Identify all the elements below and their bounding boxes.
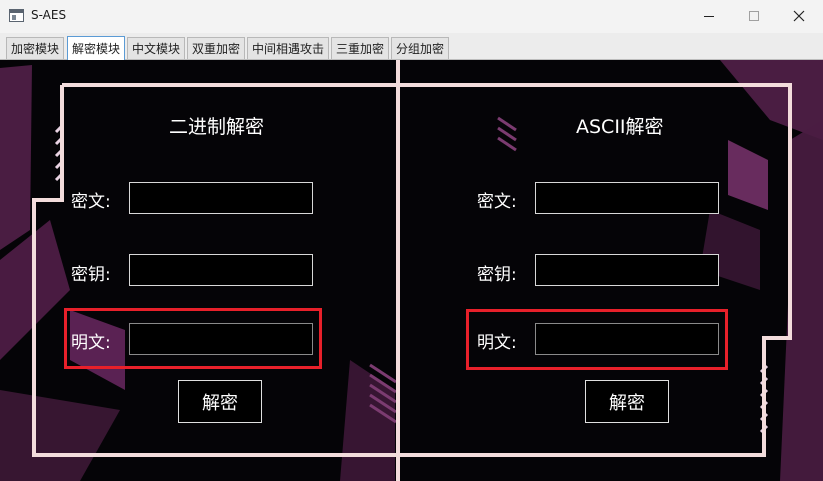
app-window-icon	[9, 9, 24, 22]
right-edge-shard-decoration	[780, 120, 823, 481]
ascii-ciphertext-label: 密文:	[477, 192, 517, 212]
binary-decrypt-button[interactable]: 解密	[178, 380, 262, 423]
maximize-icon[interactable]	[731, 0, 777, 32]
tab-decrypt-module[interactable]: 解密模块	[67, 36, 125, 60]
left-bottom-shard-decoration	[0, 390, 120, 481]
right-diamond-decoration	[728, 140, 768, 210]
binary-plaintext-output	[129, 323, 313, 355]
binary-ciphertext-input[interactable]	[129, 182, 313, 214]
binary-decrypt-title: 二进制解密	[169, 116, 265, 138]
ascii-plaintext-label: 明文:	[477, 333, 517, 353]
tab-encrypt-module[interactable]: 加密模块	[6, 37, 64, 59]
left-shard-decoration	[0, 65, 32, 250]
tab-block-encrypt[interactable]: 分组加密	[391, 37, 449, 59]
window-title: S-AES	[31, 8, 67, 22]
center-shard-decoration	[340, 360, 395, 481]
ascii-decrypt-title: ASCII解密	[576, 116, 664, 138]
top-center-stripes-decoration	[497, 116, 517, 152]
minimize-icon[interactable]	[686, 0, 732, 32]
tab-bar: 加密模块 解密模块 中文模块 双重加密 中间相遇攻击 三重加密 分组加密	[0, 33, 823, 60]
ascii-key-label: 密钥:	[477, 265, 517, 285]
binary-key-input[interactable]	[129, 254, 313, 286]
top-right-shard-decoration	[720, 60, 823, 140]
tab-chinese-module[interactable]: 中文模块	[127, 37, 185, 59]
tab-double-encrypt[interactable]: 双重加密	[187, 37, 245, 59]
binary-plaintext-label: 明文:	[71, 333, 111, 353]
tab-meet-in-middle-attack[interactable]: 中间相遇攻击	[247, 37, 329, 59]
decrypt-module-content: 二进制解密 密文: 密钥: 明文: 解密 ASCII解密 密文: 密钥: 明文:…	[0, 60, 823, 481]
binary-ciphertext-label: 密文:	[71, 192, 111, 212]
binary-key-label: 密钥:	[71, 265, 111, 285]
window-titlebar: S-AES	[0, 0, 823, 33]
ascii-plaintext-output	[535, 323, 719, 355]
ascii-ciphertext-input[interactable]	[535, 182, 719, 214]
ascii-decrypt-button[interactable]: 解密	[585, 380, 669, 423]
tab-triple-encrypt[interactable]: 三重加密	[331, 37, 389, 59]
ascii-key-input[interactable]	[535, 254, 719, 286]
close-icon[interactable]	[776, 0, 822, 32]
